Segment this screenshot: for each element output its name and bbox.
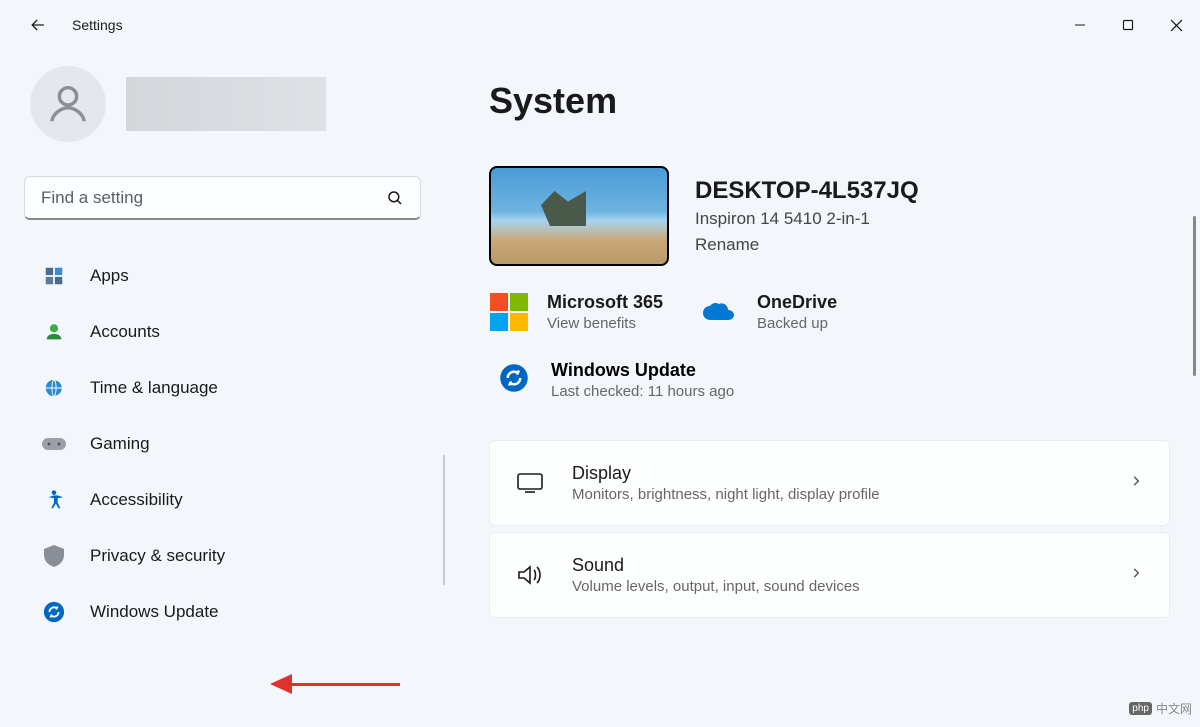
rename-link[interactable]: Rename [695, 235, 919, 255]
gaming-icon [42, 432, 66, 456]
sidebar-item-apps[interactable]: Apps [24, 254, 421, 298]
setting-sub: Volume levels, output, input, sound devi… [572, 578, 1101, 595]
back-button[interactable] [18, 5, 58, 45]
setting-title: Display [572, 463, 1101, 484]
sound-icon [516, 561, 544, 589]
page-title: System [489, 80, 1170, 122]
sidebar-item-label: Gaming [90, 434, 150, 454]
update-icon [499, 363, 529, 398]
window-title: Settings [72, 17, 123, 33]
search-icon [386, 189, 404, 207]
nav-list: Apps Accounts Time & language Gaming Acc… [24, 254, 421, 634]
time-language-icon [42, 376, 66, 400]
setting-display[interactable]: Display Monitors, brightness, night ligh… [489, 440, 1170, 526]
windows-update-icon [42, 600, 66, 624]
search-input[interactable] [41, 188, 386, 208]
sidebar-item-label: Windows Update [90, 602, 219, 622]
content-area: System DESKTOP-4L537JQ Inspiron 14 5410 … [445, 50, 1200, 727]
status-row: Microsoft 365 View benefits OneDrive Bac… [489, 292, 1170, 332]
close-button[interactable] [1152, 5, 1200, 45]
device-model: Inspiron 14 5410 2-in-1 [695, 209, 919, 229]
window-controls [1056, 5, 1200, 45]
sidebar-item-label: Apps [90, 266, 129, 286]
watermark: php中文网 [1129, 700, 1192, 717]
search-box[interactable] [24, 176, 421, 220]
status-sub: Backed up [757, 315, 837, 332]
device-wallpaper-thumb[interactable] [489, 166, 669, 266]
sidebar-item-time-language[interactable]: Time & language [24, 366, 421, 410]
status-sub: View benefits [547, 315, 663, 332]
device-info-row: DESKTOP-4L537JQ Inspiron 14 5410 2-in-1 … [489, 166, 1170, 266]
privacy-security-icon [42, 544, 66, 568]
apps-icon [42, 264, 66, 288]
profile-section[interactable] [24, 66, 421, 142]
windows-update-status[interactable]: Windows Update Last checked: 11 hours ag… [489, 360, 1170, 400]
sidebar-item-label: Accessibility [90, 490, 183, 510]
status-sub: Last checked: 11 hours ago [551, 383, 734, 400]
sidebar-item-accessibility[interactable]: Accessibility [24, 478, 421, 522]
microsoft-365-status[interactable]: Microsoft 365 View benefits [489, 292, 663, 332]
sidebar-item-privacy-security[interactable]: Privacy & security [24, 534, 421, 578]
username-placeholder [126, 77, 326, 131]
device-name: DESKTOP-4L537JQ [695, 177, 919, 205]
sidebar-item-label: Time & language [90, 378, 218, 398]
status-title: Microsoft 365 [547, 292, 663, 313]
setting-title: Sound [572, 555, 1101, 576]
scrollbar[interactable] [1193, 216, 1196, 376]
sidebar-item-windows-update[interactable]: Windows Update [24, 590, 421, 634]
onedrive-icon [699, 292, 739, 332]
setting-sound[interactable]: Sound Volume levels, output, input, soun… [489, 532, 1170, 618]
microsoft-logo-icon [489, 292, 529, 332]
display-icon [516, 469, 544, 497]
onedrive-status[interactable]: OneDrive Backed up [699, 292, 837, 332]
chevron-right-icon [1129, 474, 1143, 493]
status-title: Windows Update [551, 360, 734, 381]
sidebar: Apps Accounts Time & language Gaming Acc… [0, 50, 445, 727]
sidebar-item-gaming[interactable]: Gaming [24, 422, 421, 466]
titlebar: Settings [0, 0, 1200, 50]
maximize-button[interactable] [1104, 5, 1152, 45]
chevron-right-icon [1129, 566, 1143, 585]
avatar [30, 66, 106, 142]
sidebar-item-accounts[interactable]: Accounts [24, 310, 421, 354]
status-title: OneDrive [757, 292, 837, 313]
minimize-button[interactable] [1056, 5, 1104, 45]
sidebar-item-label: Accounts [90, 322, 160, 342]
setting-sub: Monitors, brightness, night light, displ… [572, 486, 1101, 503]
sidebar-item-label: Privacy & security [90, 546, 225, 566]
accounts-icon [42, 320, 66, 344]
accessibility-icon [42, 488, 66, 512]
